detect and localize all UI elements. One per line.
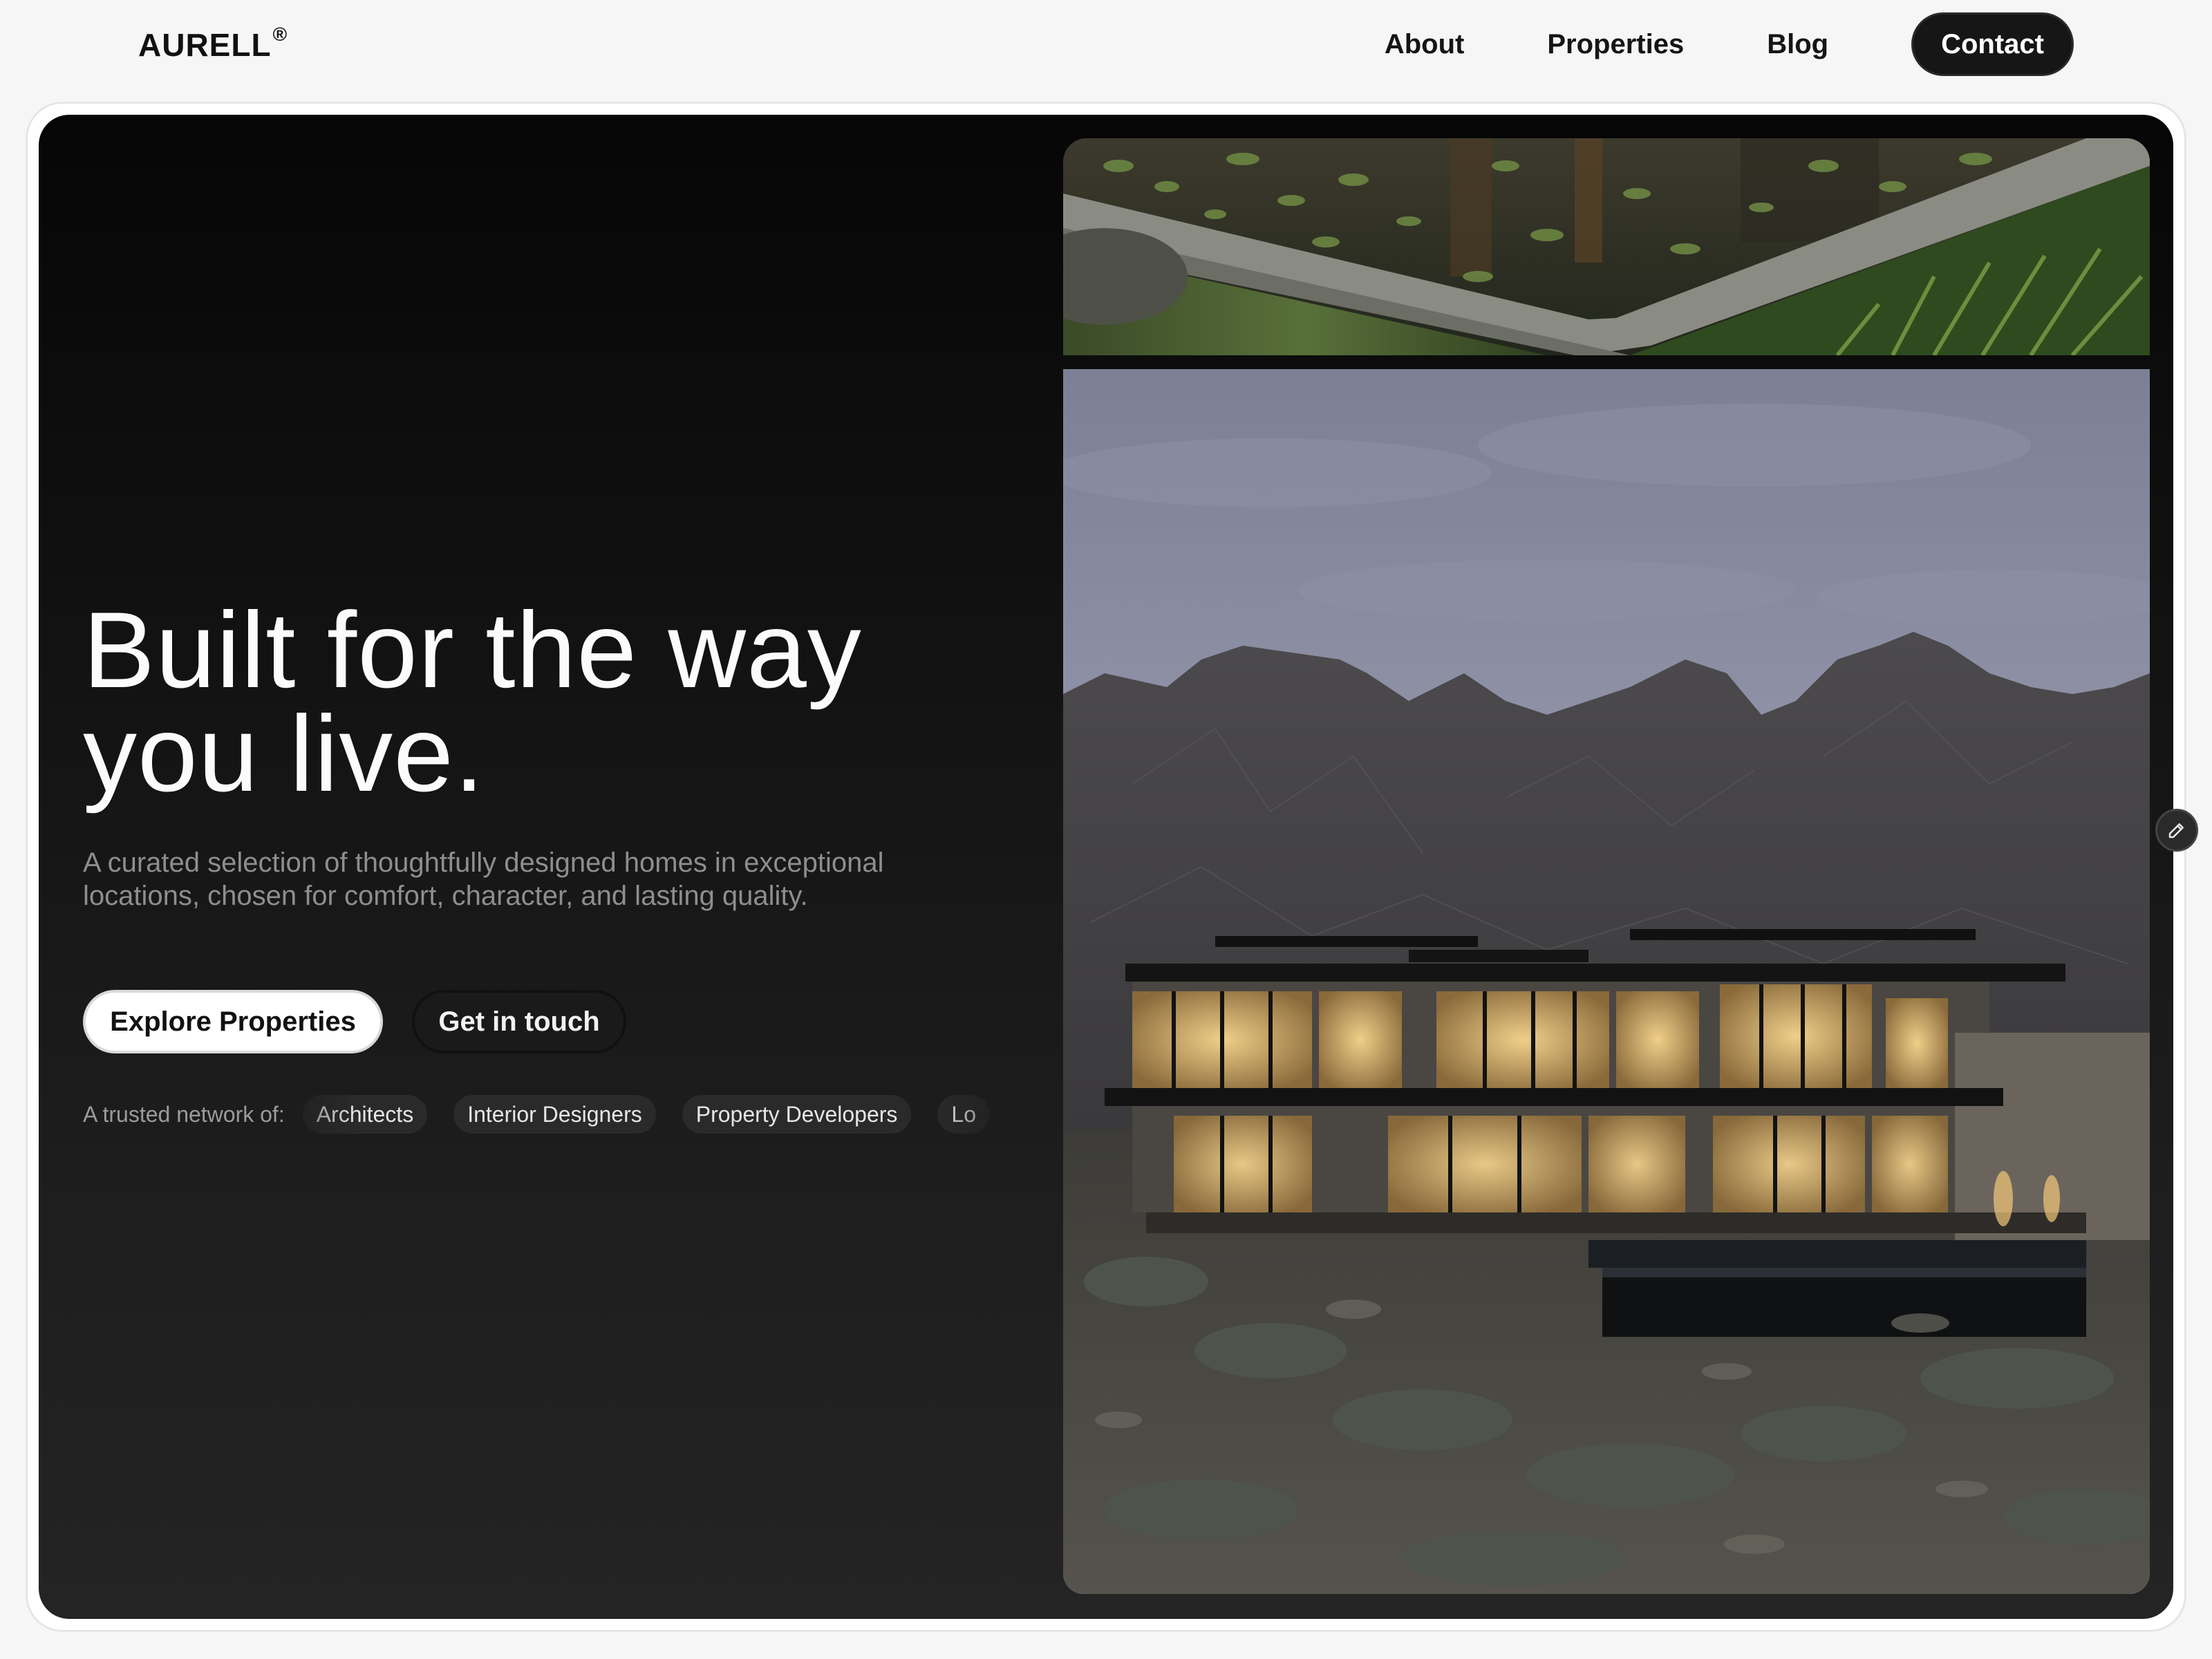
get-in-touch-button[interactable]: Get in touch: [412, 990, 626, 1053]
trusted-network-row: A trusted network of: Architects Interio…: [83, 1094, 1044, 1135]
nav-link-blog[interactable]: Blog: [1767, 29, 1828, 60]
chip-interior-designers: Interior Designers: [453, 1095, 656, 1134]
explore-properties-button[interactable]: Explore Properties: [83, 990, 383, 1053]
trusted-network-label: A trusted network of:: [83, 1101, 285, 1127]
hero-subtitle: A curated selection of thoughtfully desi…: [83, 847, 884, 911]
chip-property-developers: Property Developers: [682, 1095, 912, 1134]
nav-link-about[interactable]: About: [1385, 29, 1465, 60]
chip-partial: Lo: [937, 1095, 991, 1134]
top-navigation: AURELL® About Properties Blog Contact: [0, 0, 2212, 94]
house-photo: [1063, 369, 2150, 1594]
nav-links: About Properties Blog Contact: [1385, 12, 2074, 76]
brand-name: AURELL: [138, 27, 272, 63]
hero-headline: Built for the way you live.: [83, 590, 862, 814]
hero-section: Built for the way you live. A curated se…: [39, 115, 2173, 1619]
pond-photo: [1063, 138, 2150, 355]
trusted-chips-marquee: Architects Interior Designers Property D…: [302, 1094, 1044, 1135]
nav-link-properties[interactable]: Properties: [1547, 29, 1684, 60]
chip-architects: Architects: [302, 1095, 428, 1134]
registered-mark: ®: [272, 24, 288, 45]
edit-fab[interactable]: [2155, 809, 2198, 852]
contact-button[interactable]: Contact: [1911, 12, 2074, 76]
brand-logo[interactable]: AURELL®: [138, 24, 288, 64]
pencil-icon: [2168, 823, 2184, 838]
